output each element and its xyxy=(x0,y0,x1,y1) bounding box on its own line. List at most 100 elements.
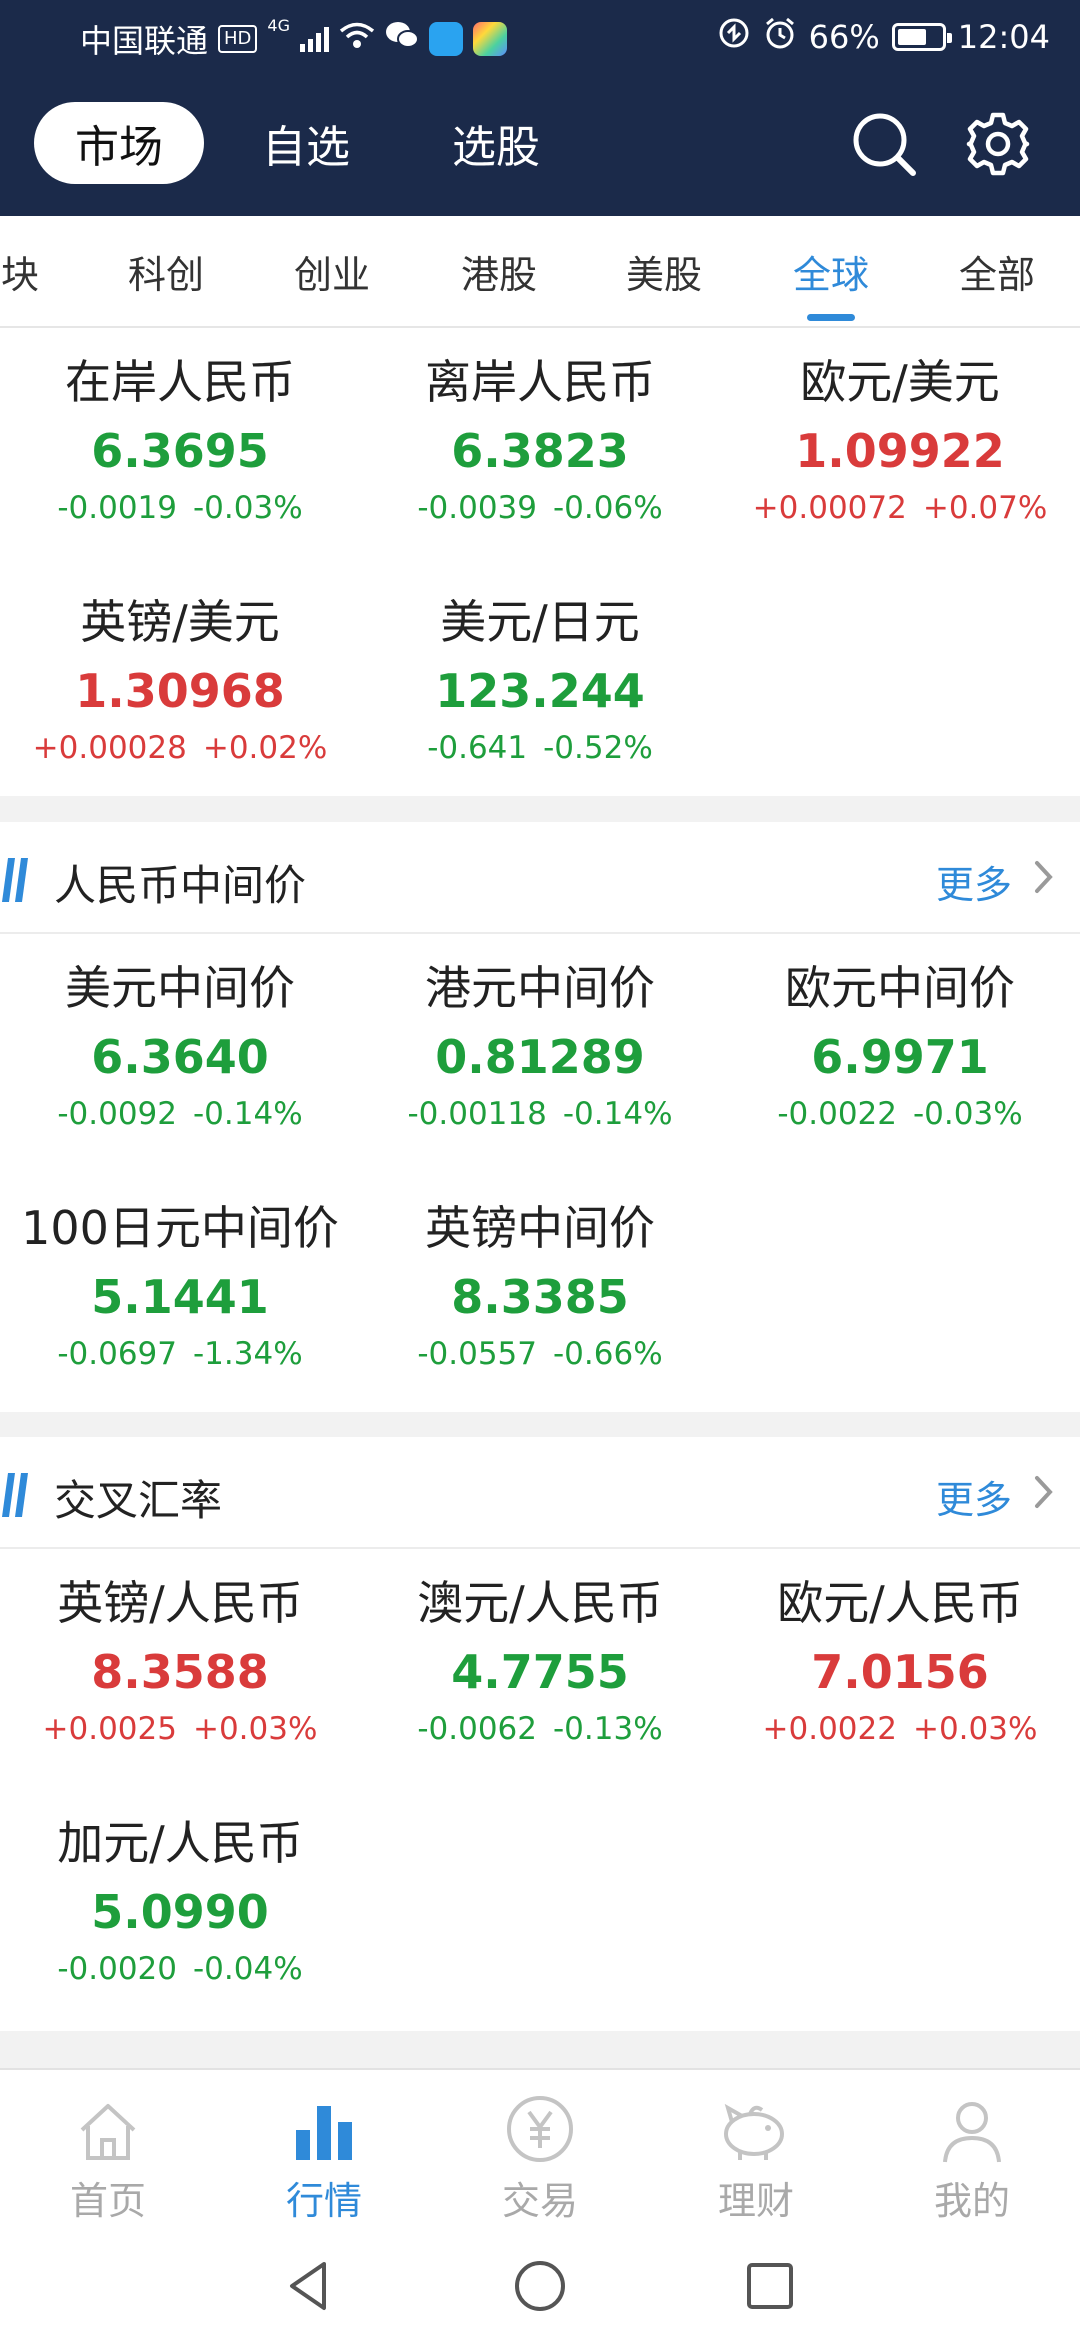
hd-badge: HD xyxy=(218,25,258,53)
quote-change-value: -0.0020 xyxy=(57,1951,177,1987)
section-title: 交叉汇率 xyxy=(54,1476,223,1525)
nav-label: 理财 xyxy=(717,2179,794,2223)
subtab-all[interactable]: 全部 xyxy=(959,244,1035,299)
quote-card[interactable]: 港元中间价 0.81289 -0.00118 -0.14% xyxy=(360,960,720,1134)
nav-label: 行情 xyxy=(285,2179,362,2223)
subtab-chinext[interactable]: 创业 xyxy=(294,244,370,299)
quote-change: -0.0557 -0.66% xyxy=(360,1334,720,1374)
quote-name: 欧元/美元 xyxy=(800,355,1000,409)
wechat-icon xyxy=(385,20,419,58)
quote-price: 0.81289 xyxy=(435,1030,645,1084)
quote-price: 8.3385 xyxy=(451,1270,629,1324)
data-saver-icon xyxy=(717,16,751,58)
home-icon xyxy=(33,2082,183,2164)
quote-card[interactable]: 美元/日元 123.244 -0.641 -0.52% xyxy=(360,594,720,768)
quote-name: 英镑/人民币 xyxy=(57,1576,303,1630)
quote-change-percent: -0.04% xyxy=(192,1951,303,1987)
quote-change: -0.0019 -0.03% xyxy=(0,488,360,528)
tab-market[interactable]: 市场 xyxy=(34,102,204,184)
chevron-right-icon[interactable] xyxy=(1034,1475,1054,1509)
rmb-central-parity-section: 人民币中间价 更多 美元中间价 6.3640 -0.0092 -0.14% 港元中… xyxy=(0,822,1080,1412)
quote-change-percent: -0.14% xyxy=(562,1096,673,1132)
nav-label: 我的 xyxy=(933,2179,1010,2223)
recents-icon[interactable] xyxy=(740,2256,800,2316)
quote-name: 100日元中间价 xyxy=(21,1201,339,1255)
status-left: 中国联通 HD 4G xyxy=(80,16,507,62)
search-app-icon xyxy=(429,22,463,56)
gear-icon[interactable] xyxy=(958,104,1038,184)
subtab-sector[interactable]: 块 xyxy=(1,244,39,299)
system-nav-bar xyxy=(0,2236,1080,2340)
quote-change-percent: -0.14% xyxy=(192,1096,303,1132)
quote-card[interactable]: 英镑中间价 8.3385 -0.0557 -0.66% xyxy=(360,1200,720,1374)
subtab-hk-stocks[interactable]: 港股 xyxy=(461,244,537,299)
quote-name: 港元中间价 xyxy=(425,961,655,1015)
quote-change-value: -0.641 xyxy=(427,730,528,766)
nav-wealth[interactable]: 理财 xyxy=(681,2082,831,2225)
major-fx-section: 在岸人民币 6.3695 -0.0019 -0.03% 离岸人民币 6.3823 … xyxy=(0,328,1080,796)
nav-mine[interactable]: 我的 xyxy=(897,2082,1047,2225)
status-bar: 中国联通 HD 4G 66% 12:04 xyxy=(0,0,1080,72)
more-link[interactable]: 更多 xyxy=(936,1469,1012,1524)
quote-change-value: -0.0697 xyxy=(57,1336,177,1372)
subtab-global[interactable]: 全球 xyxy=(793,244,869,299)
quote-name: 在岸人民币 xyxy=(65,355,295,409)
chevron-right-icon[interactable] xyxy=(1034,860,1054,894)
quote-card[interactable]: 美元中间价 6.3640 -0.0092 -0.14% xyxy=(0,960,360,1134)
quote-change-value: -0.0022 xyxy=(777,1096,897,1132)
quote-change: -0.0022 -0.03% xyxy=(720,1094,1080,1134)
quote-name: 美元/日元 xyxy=(440,595,640,649)
quote-card[interactable]: 离岸人民币 6.3823 -0.0039 -0.06% xyxy=(360,354,720,528)
quote-change-value: +0.00072 xyxy=(752,490,907,526)
quote-card[interactable]: 欧元中间价 6.9971 -0.0022 -0.03% xyxy=(720,960,1080,1134)
nav-home[interactable]: 首页 xyxy=(33,2082,183,2225)
quote-card[interactable]: 英镑/人民币 8.3588 +0.0025 +0.03% xyxy=(0,1575,360,1749)
quote-card[interactable]: 英镑/美元 1.30968 +0.00028 +0.02% xyxy=(0,594,360,768)
top-bar: 中国联通 HD 4G 66% 12:04 市场 自选 选股 xyxy=(0,0,1080,216)
market-subtabs: 块 科创 创业 港股 美股 全球 全部 xyxy=(0,216,1080,328)
quote-change-percent: -1.34% xyxy=(192,1336,303,1372)
quote-price: 6.3695 xyxy=(91,424,269,478)
quote-card[interactable]: 加元/人民币 5.0990 -0.0020 -0.04% xyxy=(0,1815,360,1989)
back-icon[interactable] xyxy=(280,2256,340,2316)
more-link[interactable]: 更多 xyxy=(936,854,1012,909)
quote-name: 离岸人民币 xyxy=(425,355,655,409)
quote-change-percent: -0.66% xyxy=(552,1336,663,1372)
quote-card[interactable]: 100日元中间价 5.1441 -0.0697 -1.34% xyxy=(0,1200,360,1374)
quote-card[interactable]: 欧元/美元 1.09922 +0.00072 +0.07% xyxy=(720,354,1080,528)
nav-label: 交易 xyxy=(501,2179,578,2223)
quote-price: 6.3823 xyxy=(451,424,629,478)
quote-change-percent: -0.03% xyxy=(912,1096,1023,1132)
quote-card[interactable]: 澳元/人民币 4.7755 -0.0062 -0.13% xyxy=(360,1575,720,1749)
quote-card[interactable]: 在岸人民币 6.3695 -0.0019 -0.03% xyxy=(0,354,360,528)
home-circle-icon[interactable] xyxy=(510,2256,570,2316)
section-header: 交叉汇率 更多 xyxy=(0,1437,1080,1549)
subtab-us-stocks[interactable]: 美股 xyxy=(626,244,702,299)
quote-change: +0.0025 +0.03% xyxy=(0,1709,360,1749)
quote-change-percent: -0.13% xyxy=(552,1711,663,1747)
quote-change: +0.0022 +0.03% xyxy=(720,1709,1080,1749)
quote-change: -0.641 -0.52% xyxy=(360,728,720,768)
quote-change-percent: -0.52% xyxy=(543,730,653,766)
nav-market[interactable]: 行情 xyxy=(249,2082,399,2225)
quote-change-percent: +0.03% xyxy=(912,1711,1038,1747)
quote-change-value: -0.00118 xyxy=(407,1096,547,1132)
section-header: 人民币中间价 更多 xyxy=(0,822,1080,934)
quote-name: 英镑中间价 xyxy=(425,1201,655,1255)
quote-change: +0.00072 +0.07% xyxy=(720,488,1080,528)
user-icon xyxy=(897,2082,1047,2164)
quote-change: -0.00118 -0.14% xyxy=(360,1094,720,1134)
nav-trade[interactable]: 交易 xyxy=(465,2082,615,2225)
tab-stock-picker[interactable]: 选股 xyxy=(452,102,540,184)
quote-name: 英镑/美元 xyxy=(80,595,280,649)
subtab-star-market[interactable]: 科创 xyxy=(128,244,204,299)
quote-price: 1.09922 xyxy=(795,424,1005,478)
search-icon[interactable] xyxy=(844,104,924,184)
tab-watchlist[interactable]: 自选 xyxy=(262,102,350,184)
colorful-app-icon xyxy=(473,22,507,56)
active-tab-indicator xyxy=(807,314,855,321)
quote-change-value: +0.0022 xyxy=(762,1711,897,1747)
quote-card[interactable]: 欧元/人民币 7.0156 +0.0022 +0.03% xyxy=(720,1575,1080,1749)
quote-change-percent: +0.03% xyxy=(192,1711,318,1747)
quote-price: 1.30968 xyxy=(75,664,285,718)
